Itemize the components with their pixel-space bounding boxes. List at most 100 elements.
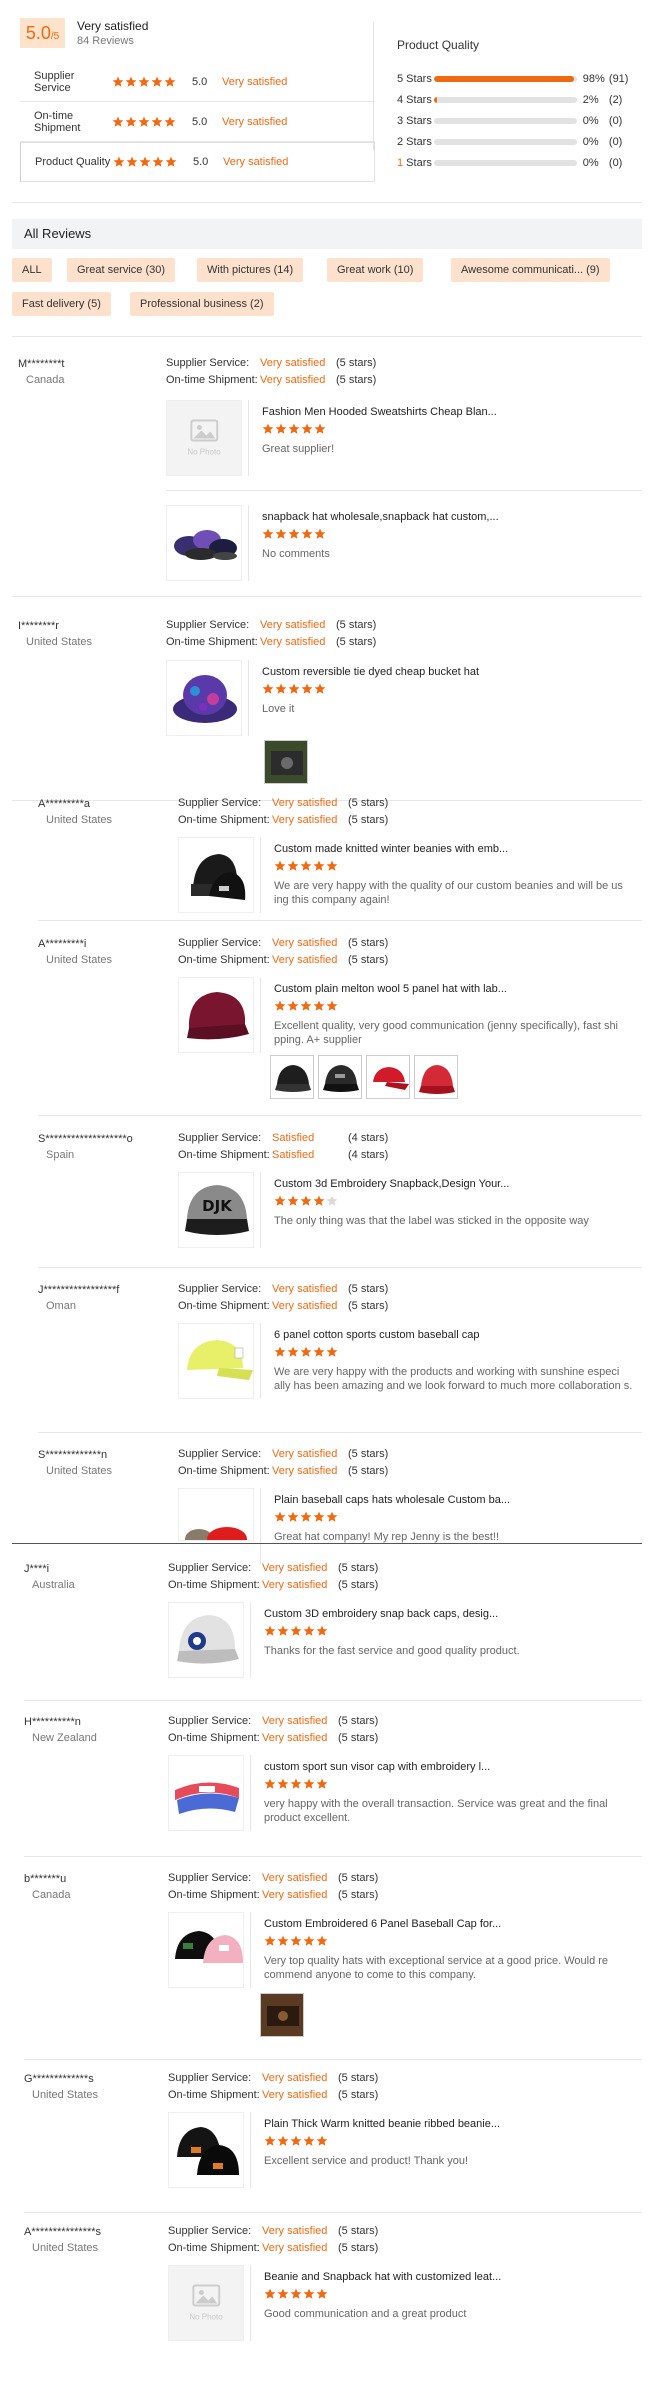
summary-row-value: 5.0 bbox=[192, 115, 208, 128]
product-thumbnail[interactable] bbox=[178, 977, 254, 1053]
star-icon bbox=[300, 1346, 312, 1357]
on-time-shipment-label: On-time Shipment: bbox=[168, 2089, 260, 2101]
product-thumbnail[interactable] bbox=[166, 660, 242, 736]
product-thumbnail[interactable] bbox=[168, 2112, 244, 2188]
star-icon bbox=[139, 156, 151, 167]
on-time-shipment-stars: (5 stars) bbox=[348, 1300, 389, 1312]
star-icon bbox=[314, 528, 326, 539]
melton-hat-photo bbox=[179, 978, 253, 1052]
no-photo-placeholder: No Photo bbox=[189, 2284, 223, 2322]
divider bbox=[12, 1543, 642, 1544]
filter-tag[interactable]: Great service (30) bbox=[67, 258, 176, 282]
supplier-service-rating: Very satisfied bbox=[262, 2225, 328, 2237]
review-photo[interactable] bbox=[366, 1055, 410, 1099]
star-icon bbox=[326, 1000, 338, 1011]
filter-tag[interactable]: Great work (10) bbox=[327, 258, 424, 282]
review-ratings: Supplier Service: Very satisfied (5 stars)… bbox=[168, 1560, 378, 1594]
supplier-service-label: Supplier Service: bbox=[178, 797, 262, 809]
supplier-service-stars: (5 stars) bbox=[336, 619, 377, 631]
on-time-shipment-label: On-time Shipment: bbox=[168, 1579, 260, 1591]
on-time-shipment-rating: Very satisfied bbox=[262, 1889, 328, 1901]
product-thumbnail[interactable] bbox=[178, 1488, 254, 1541]
product-title[interactable]: Plain baseball caps hats wholesale Custo… bbox=[274, 1494, 510, 1506]
histogram-row: 4 Stars 2% (2) bbox=[397, 89, 637, 110]
product-title[interactable]: Fashion Men Hooded Sweatshirts Cheap Bla… bbox=[262, 406, 497, 418]
filter-tag[interactable]: Fast delivery (5) bbox=[12, 292, 111, 316]
product-thumbnail[interactable] bbox=[166, 505, 242, 581]
product-title[interactable]: Custom 3D embroidery snap back caps, des… bbox=[264, 1608, 498, 1620]
product-title[interactable]: snapback hat wholesale,snapback hat cust… bbox=[262, 511, 499, 523]
star-icon bbox=[303, 1778, 315, 1789]
product-title[interactable]: Custom reversible tie dyed cheap bucket … bbox=[262, 666, 479, 678]
star-icon bbox=[301, 683, 313, 694]
product-thumbnail[interactable]: No Photo bbox=[168, 2265, 244, 2341]
filter-tag[interactable]: With pictures (14) bbox=[197, 258, 304, 282]
review-user: G*************s bbox=[24, 2073, 94, 2085]
review-comment: Excellent quality, very good communicati… bbox=[274, 1020, 619, 1046]
review-photo[interactable] bbox=[264, 740, 308, 784]
histogram-count: (0) bbox=[608, 156, 623, 169]
product-thumbnail[interactable] bbox=[168, 1602, 244, 1678]
review-photo[interactable] bbox=[270, 1055, 314, 1099]
star-icon bbox=[138, 116, 150, 127]
star-icon bbox=[287, 1511, 299, 1522]
histogram-count: (0) bbox=[608, 114, 623, 127]
supplier-service-rating: Very satisfied bbox=[262, 1562, 328, 1574]
review-country: Oman bbox=[46, 1300, 76, 1312]
histogram-percent: 2% bbox=[582, 93, 599, 106]
review-photo[interactable] bbox=[260, 1993, 304, 2037]
star-icon bbox=[125, 76, 137, 87]
product-title[interactable]: Custom Embroidered 6 Panel Baseball Cap … bbox=[264, 1918, 501, 1930]
supplier-service-rating: Very satisfied bbox=[262, 1872, 328, 1884]
on-time-shipment-rating: Very satisfied bbox=[272, 1465, 338, 1477]
product-thumbnail[interactable] bbox=[168, 1912, 244, 1988]
summary-row-value: 5.0 bbox=[192, 75, 208, 88]
star-icon bbox=[138, 76, 150, 87]
on-time-shipment-stars: (5 stars) bbox=[336, 636, 377, 648]
product-thumbnail[interactable] bbox=[178, 837, 254, 913]
product-thumbnail[interactable] bbox=[178, 1323, 254, 1399]
star-icon bbox=[274, 1195, 286, 1206]
product-title[interactable]: Custom plain melton wool 5 panel hat wit… bbox=[274, 983, 507, 995]
supplier-service-label: Supplier Service: bbox=[168, 1562, 252, 1574]
star-icon bbox=[313, 860, 325, 871]
divider bbox=[24, 2059, 642, 2060]
product-thumbnail[interactable] bbox=[168, 1755, 244, 1831]
review-count: 84 Reviews bbox=[77, 34, 134, 47]
filter-tag[interactable]: Professional business (2) bbox=[130, 292, 274, 316]
supplier-service-rating: Very satisfied bbox=[272, 937, 338, 949]
filter-tag[interactable]: ALL bbox=[12, 258, 52, 282]
star-icon bbox=[152, 156, 164, 167]
summary-row-stars bbox=[112, 116, 192, 128]
on-time-shipment-stars: (5 stars) bbox=[348, 814, 389, 826]
star-icon bbox=[287, 1000, 299, 1011]
review-ratings: Supplier Service: Very satisfied (5 stars)… bbox=[168, 1713, 378, 1747]
star-icon bbox=[326, 1511, 338, 1522]
score-badge: 5.0/5 bbox=[20, 18, 65, 48]
review-photo[interactable] bbox=[318, 1055, 362, 1099]
product-title[interactable]: Beanie and Snapback hat with customized … bbox=[264, 2271, 501, 2283]
product-thumbnail[interactable]: No Photo bbox=[166, 400, 242, 476]
supplier-service-label: Supplier Service: bbox=[168, 2225, 252, 2237]
product-title[interactable]: 6 panel cotton sports custom baseball ca… bbox=[274, 1329, 479, 1341]
star-icon bbox=[274, 1346, 286, 1357]
review-ratings: Supplier Service: Very satisfied (5 stars)… bbox=[166, 355, 376, 389]
review-comment: We are very happy with the products and … bbox=[274, 1366, 633, 1392]
product-title[interactable]: custom sport sun visor cap with embroide… bbox=[264, 1761, 490, 1773]
review-comment: No comments bbox=[262, 548, 330, 560]
divider bbox=[166, 490, 642, 491]
review-photo[interactable] bbox=[414, 1055, 458, 1099]
filter-tag[interactable]: Awesome communicati... (9) bbox=[451, 258, 610, 282]
product-rating-stars bbox=[262, 528, 326, 540]
supplier-service-label: Supplier Service: bbox=[178, 1132, 262, 1144]
product-title[interactable]: Custom made knitted winter beanies with … bbox=[274, 843, 508, 855]
product-title[interactable]: Custom 3d Embroidery Snapback,Design You… bbox=[274, 1178, 509, 1190]
product-title[interactable]: Plain Thick Warm knitted beanie ribbed b… bbox=[264, 2118, 500, 2130]
on-time-shipment-stars: (4 stars) bbox=[348, 1149, 389, 1161]
star-icon bbox=[301, 528, 313, 539]
histogram-label: 4 Stars bbox=[397, 93, 432, 106]
star-icon bbox=[290, 1625, 302, 1636]
divider bbox=[38, 1267, 642, 1268]
product-thumbnail[interactable]: DJK bbox=[178, 1172, 254, 1248]
star-icon bbox=[300, 1000, 312, 1011]
